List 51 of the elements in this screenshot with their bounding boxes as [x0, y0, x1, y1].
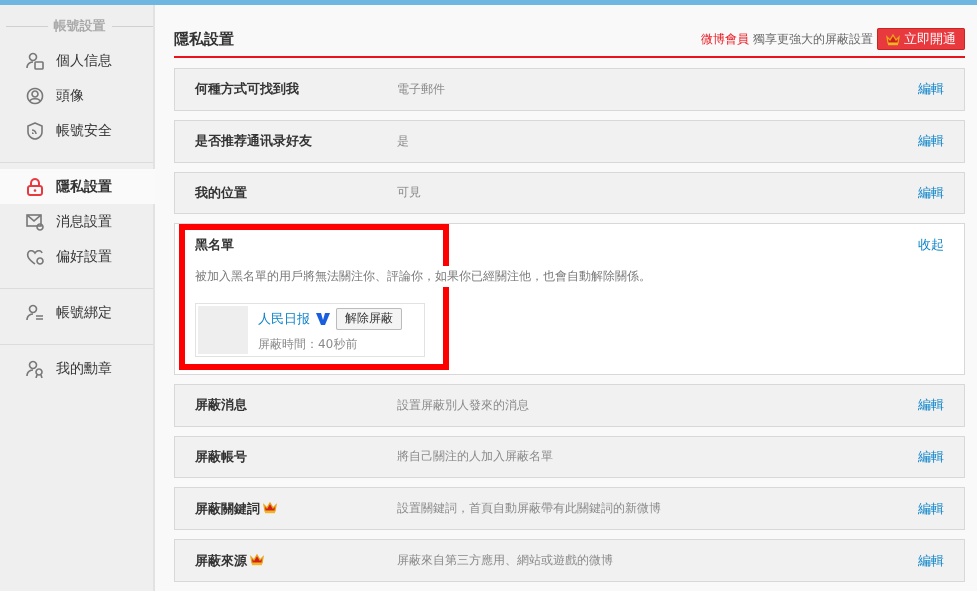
setting-label: 我的位置	[195, 184, 247, 202]
sidebar-item[interactable]: 個人信息	[0, 43, 153, 78]
setting-label: 何種方式可找到我	[195, 80, 299, 98]
sidebar-item[interactable]: 頭像	[0, 78, 153, 113]
promo-text: 獨享更強大的屏蔽設置	[753, 30, 873, 48]
sidebar-item[interactable]: 帳號綁定	[0, 295, 153, 330]
sidebar-item[interactable]: 帳號安全	[0, 113, 153, 148]
setting-label: 屏蔽關鍵詞	[195, 500, 260, 518]
edit-link[interactable]: 編輯	[918, 132, 944, 150]
crown-icon	[263, 501, 277, 514]
crown-icon	[250, 553, 264, 566]
sidebar-item[interactable]: 消息設置	[0, 204, 153, 239]
shield-icon	[26, 122, 44, 140]
page-title: 隱私設置	[174, 30, 234, 49]
edit-link[interactable]: 編輯	[918, 500, 944, 518]
blacklist-title: 黑名單	[195, 237, 234, 254]
setting-value: 將自己關注的人加入屏蔽名單	[397, 448, 554, 466]
person-badge-icon	[26, 360, 44, 378]
sidebar-item[interactable]: 我的勳章	[0, 351, 153, 386]
user-name-link[interactable]: 人民日报	[258, 310, 310, 328]
setting-value: 設置屏蔽別人發來的消息	[397, 396, 530, 414]
logo-placeholder	[198, 306, 248, 354]
vip-brand-text: 微博會員	[701, 30, 749, 48]
sidebar-item[interactable]: 偏好設置	[0, 239, 153, 274]
edit-link[interactable]: 編輯	[918, 80, 944, 98]
setting-value: 設置關鍵詞，首頁自動屏蔽帶有此關鍵詞的新微博	[397, 500, 662, 518]
person-icon	[26, 304, 44, 322]
lock-icon	[26, 178, 44, 196]
unblock-button[interactable]: 解除屏蔽	[336, 308, 402, 330]
edit-link[interactable]: 編輯	[918, 396, 944, 414]
block-time: 屏蔽時間：40秒前	[258, 336, 358, 353]
edit-link[interactable]: 編輯	[918, 184, 944, 202]
crown-icon	[886, 32, 900, 46]
setting-label: 屏蔽消息	[195, 397, 247, 414]
setting-label: 屏蔽來源	[195, 552, 247, 570]
setting-value: 電子郵件	[397, 80, 446, 98]
setting-label: 是否推荐通讯录好友	[195, 133, 312, 150]
sidebar-item[interactable]: 隱私設置	[0, 169, 155, 204]
edit-link[interactable]: 編輯	[918, 552, 944, 570]
activate-button[interactable]: 立即開通	[877, 28, 965, 50]
sidebar-heading: 帳號設置	[54, 18, 106, 35]
person-circle-icon	[26, 86, 44, 104]
collapse-link[interactable]: 收起	[918, 236, 944, 254]
setting-value: 是	[397, 132, 410, 150]
setting-label: 屏蔽帳号	[195, 448, 247, 466]
setting-value: 可見	[397, 184, 422, 202]
edit-link[interactable]: 編輯	[918, 448, 944, 466]
envelope-gear-icon	[26, 212, 44, 230]
setting-value: 屏蔽來自第三方應用、網站或遊戲的微博	[397, 552, 614, 570]
person-icon	[26, 52, 44, 70]
heart-gear-icon	[26, 248, 44, 266]
